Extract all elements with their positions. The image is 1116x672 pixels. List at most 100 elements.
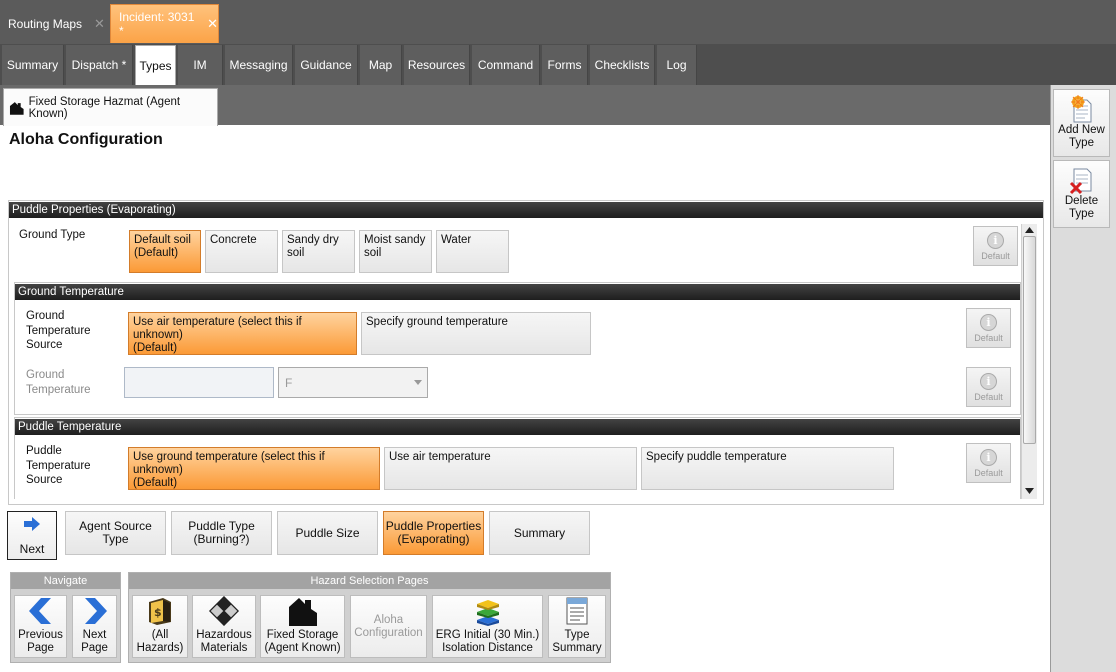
aloha-configuration-button[interactable]: Aloha Configuration <box>350 595 427 658</box>
button-line-1: Next <box>82 629 107 641</box>
delete-type-button[interactable]: Delete Type <box>1053 160 1110 228</box>
add-type-label-1: Add New <box>1058 124 1105 136</box>
specify-ground-temperature-option[interactable]: Specify ground temperature <box>361 312 591 355</box>
erg-isolation-distance-button[interactable]: ERG Initial (30 Min.) Isolation Distance <box>432 595 543 658</box>
next-step-button[interactable]: Next <box>7 511 57 560</box>
step-line-1: Agent Source Type <box>79 519 152 546</box>
book-icon: $ <box>149 598 171 625</box>
tab-summary[interactable]: Summary <box>2 45 64 85</box>
wizard-step-summary[interactable]: Summary <box>489 511 590 555</box>
tab-im[interactable]: IM <box>178 45 223 85</box>
temperature-unit-select[interactable]: F <box>278 367 428 398</box>
option-line-1: Water <box>441 234 472 246</box>
hazardous-materials-button[interactable]: Hazardous Materials <box>192 595 256 658</box>
wizard-step-puddle-type[interactable]: Puddle Type (Burning?) <box>171 511 272 555</box>
tab-command[interactable]: Command <box>472 45 540 85</box>
wizard-step-puddle-size[interactable]: Puddle Size <box>277 511 378 555</box>
wizard-step-puddle-properties[interactable]: Puddle Properties (Evaporating) <box>383 511 484 555</box>
doc-tab-label: Routing Maps <box>8 16 83 31</box>
page-title: Aloha Configuration <box>9 131 163 148</box>
label-line: Temperature <box>26 324 91 337</box>
button-line-1: Fixed Storage <box>266 629 339 641</box>
tab-resources[interactable]: Resources <box>404 45 470 85</box>
default-label: Default <box>974 391 1003 402</box>
tab-guidance[interactable]: Guidance <box>295 45 358 85</box>
scroll-down-icon[interactable] <box>1025 488 1034 494</box>
tab-checklists[interactable]: Checklists <box>590 45 655 85</box>
button-line-1: Hazardous <box>196 629 252 641</box>
ground-type-concrete-option[interactable]: Concrete <box>205 230 278 273</box>
step-line-1: Puddle Size <box>295 525 360 540</box>
ground-temperature-default-button[interactable]: i Default <box>966 367 1011 407</box>
button-line-2: Isolation Distance <box>442 642 533 654</box>
option-line-2: (Default) <box>133 342 178 354</box>
type-summary-button[interactable]: Type Summary <box>548 595 606 658</box>
building-icon <box>9 101 24 115</box>
option-line-1: Sandy dry <box>287 234 339 246</box>
option-line-2: (Default) <box>133 477 178 489</box>
tab-forms[interactable]: Forms <box>542 45 588 85</box>
type-tab-fixed-storage[interactable]: Fixed Storage Hazmat (Agent Known) <box>3 88 218 126</box>
ground-temperature-source-label: Ground Temperature Source <box>26 309 91 353</box>
doc-tab-label: Incident: 3031 * <box>119 10 195 38</box>
option-line-1: Use ground temperature (select this if u… <box>133 451 325 476</box>
wizard-step-agent-source-type[interactable]: Agent Source Type <box>65 511 166 555</box>
label-line: Puddle <box>26 445 62 457</box>
ground-temperature-input[interactable] <box>124 367 274 398</box>
puddle-temperature-source-default-button[interactable]: i Default <box>966 443 1011 483</box>
button-line-2: Hazards) <box>136 642 184 654</box>
ground-temperature-source-default-button[interactable]: i Default <box>966 308 1011 348</box>
book-stack-icon <box>476 600 499 626</box>
document-icon <box>566 597 588 625</box>
button-line-1: Previous <box>18 629 63 641</box>
scroll-up-icon[interactable] <box>1025 227 1034 233</box>
chevron-down-icon <box>414 380 422 385</box>
tab-dispatch[interactable]: Dispatch * <box>66 45 133 85</box>
specify-puddle-temperature-option[interactable]: Specify puddle temperature <box>641 447 894 490</box>
next-label: Next <box>19 542 45 556</box>
unit-value: F <box>285 376 293 390</box>
fixed-storage-button[interactable]: Fixed Storage (Agent Known) <box>260 595 345 658</box>
label-line: Temperature <box>26 459 91 472</box>
tab-messaging[interactable]: Messaging <box>225 45 293 85</box>
tab-types[interactable]: Types <box>135 45 176 85</box>
ground-type-water-option[interactable]: Water <box>436 230 509 273</box>
doc-tab-incident[interactable]: Incident: 3031 * ✕ <box>110 4 219 43</box>
label-line: Temperature <box>26 383 91 396</box>
label-line: Source <box>26 339 63 351</box>
use-air-temperature-puddle-option[interactable]: Use air temperature <box>384 447 637 490</box>
ground-type-default-button[interactable]: i Default <box>973 226 1018 266</box>
label-line: Ground <box>26 369 65 381</box>
option-line-1: Use air temperature <box>389 451 491 463</box>
chevron-right-icon <box>84 598 107 624</box>
label-line: Ground <box>26 310 65 322</box>
group-header: Navigate <box>11 573 120 589</box>
close-icon[interactable]: ✕ <box>207 16 218 32</box>
ground-type-sandy-dry-soil-option[interactable]: Sandy dry soil <box>282 230 355 273</box>
tab-map[interactable]: Map <box>360 45 402 85</box>
button-line-1: ERG Initial (30 Min.) <box>435 629 540 641</box>
close-icon[interactable]: ✕ <box>94 16 105 32</box>
label-line: Source <box>26 474 63 486</box>
add-type-label-2: Type <box>1069 137 1094 149</box>
all-hazards-button[interactable]: $ (All Hazards) <box>132 595 188 658</box>
add-new-type-button[interactable]: Add New Type <box>1053 89 1110 157</box>
hazmat-diamond-icon <box>209 596 239 626</box>
use-ground-temperature-option[interactable]: Use ground temperature (select this if u… <box>128 447 380 490</box>
step-line-1: Summary <box>513 525 566 540</box>
doc-tab-routing-maps[interactable]: Routing Maps ✕ <box>0 4 108 43</box>
use-air-temperature-option[interactable]: Use air temperature (select this if unkn… <box>128 312 357 355</box>
option-line-1: Default soil <box>134 234 191 246</box>
option-line-1: Moist sandy <box>364 234 426 246</box>
info-icon: i <box>980 448 997 466</box>
scrollbar-thumb[interactable] <box>1023 236 1036 444</box>
ground-type-moist-sandy-soil-option[interactable]: Moist sandy soil <box>359 230 432 273</box>
previous-page-button[interactable]: Previous Page <box>14 595 67 658</box>
button-line-2: Page <box>81 642 108 654</box>
tab-log[interactable]: Log <box>657 45 697 85</box>
step-line-2: (Evaporating) <box>397 532 470 546</box>
ground-type-default-soil-option[interactable]: Default soil (Default) <box>129 230 201 273</box>
next-page-button[interactable]: Next Page <box>72 595 117 658</box>
vertical-scrollbar[interactable] <box>1021 224 1037 499</box>
info-icon: i <box>980 313 997 331</box>
